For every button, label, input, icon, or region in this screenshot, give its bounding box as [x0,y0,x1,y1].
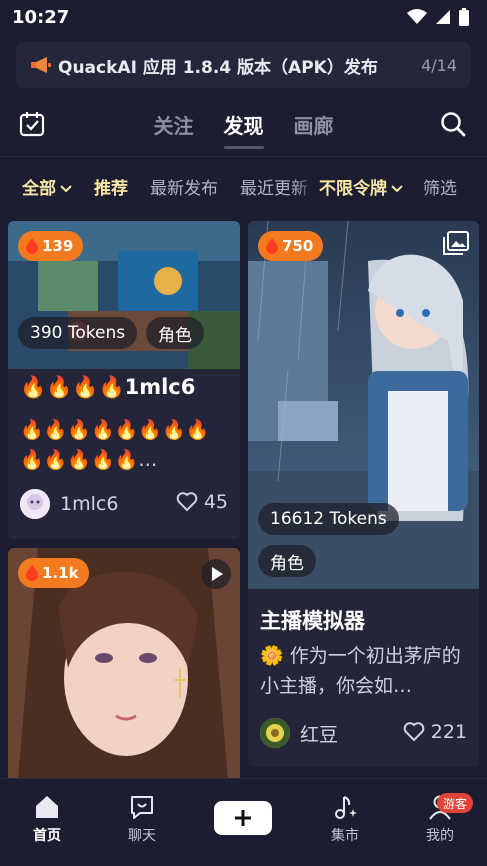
author-name: 1mlc6 [60,493,119,515]
announcement-counter: 4/14 [421,55,457,75]
likes-number: 221 [430,721,467,743]
character-card[interactable]: 750 16612 Tokens 角色 主播模拟器 🌼 作为一个初出茅庐的小主播… [248,221,479,767]
card-title: 主播模拟器 [260,609,365,633]
filter-tokens-label: 不限令牌 [319,178,387,199]
create-button[interactable] [214,801,272,835]
tab-follow[interactable]: 关注 [154,110,194,149]
heat-count: 750 [282,237,314,255]
character-card[interactable]: 139 390 Tokens 角色 🔥🔥🔥🔥1mlc6 🔥🔥🔥🔥🔥🔥🔥🔥🔥🔥🔥🔥… [8,221,240,539]
likes-number: 45 [203,491,228,513]
heat-count: 139 [42,237,74,255]
nav-chat[interactable]: 聊天 [107,793,177,845]
filter-bar: 全部 推荐 最新发布 最近更新 不限令牌 筛选 [0,168,487,204]
chevron-down-icon [60,184,72,192]
tag-chip: 角色 [258,545,316,577]
tag-chip: 角色 [146,317,204,349]
nav-chat-label: 聊天 [128,828,156,844]
bottom-navigation: 首页 聊天 集市 我的 游客 [0,778,487,866]
search-icon[interactable] [439,110,467,138]
like-count[interactable]: 45 [176,491,228,513]
gallery-image-icon [443,231,469,255]
avatar [20,489,50,519]
announcement-title: QuackAI 应用 1.8.4 版本（APK）发布 [58,57,378,78]
filter-latest[interactable]: 最新发布 [150,174,218,199]
heat-badge: 750 [258,231,324,261]
filter-all-label: 全部 [22,178,56,199]
tab-gallery[interactable]: 画廊 [294,110,334,149]
token-count-chip: 390 Tokens [18,317,138,349]
nav-me-label: 我的 [426,828,454,844]
home-icon [36,796,58,818]
chevron-down-icon [391,184,403,192]
guest-badge: 游客 [437,793,474,813]
filter-recommend[interactable]: 推荐 [94,174,128,199]
nav-home-label: 首页 [33,828,61,844]
like-count[interactable]: 221 [403,721,467,743]
card-description: 🔥🔥🔥🔥🔥🔥🔥🔥🔥🔥🔥🔥🔥… [20,419,210,471]
card-description: 🌼 作为一个初出茅庐的小主播，你会如… [260,645,461,697]
heat-badge: 1.1k [18,558,89,588]
status-time: 10:27 [12,6,70,28]
play-icon[interactable] [200,558,232,590]
nav-market-label: 集市 [331,828,359,844]
card-author[interactable]: 1mlc6 [20,489,118,519]
flame-icon [26,238,38,254]
cell-signal-icon [436,10,450,24]
filter-screen[interactable]: 筛选 [423,174,457,199]
card-title: 🔥🔥🔥🔥1mlc6 [20,375,196,399]
plus-icon [235,810,251,826]
wifi-icon [407,9,427,24]
nav-divider [0,156,487,157]
status-icons [407,8,469,26]
status-bar: 10:27 [0,0,487,34]
heat-badge: 139 [18,231,84,261]
tab-discover[interactable]: 发现 [223,110,264,149]
battery-icon [459,8,469,26]
heart-icon [403,722,425,742]
token-count-chip: 16612 Tokens [258,503,399,535]
megaphone-icon [31,57,51,73]
filter-all[interactable]: 全部 [22,174,72,199]
tab-bar: 关注 发现 画廊 [0,110,487,149]
app-root: 10:27 QuackAI 应用 1.8.4 版本（APK）发布 4/14 关注… [0,0,487,866]
filter-recent[interactable]: 最近更新 [240,174,308,199]
card-author[interactable]: 红豆 [260,718,338,748]
avatar [260,718,290,748]
flame-icon [266,238,278,254]
character-card[interactable]: 1.1k [8,548,240,778]
chat-bubble-icon [131,796,153,819]
author-name: 红豆 [300,723,339,746]
heat-count: 1.1k [42,564,79,582]
music-note-icon [335,796,357,819]
top-navigation: 关注 发现 画廊 [0,100,487,152]
filter-right-group: 不限令牌 筛选 [319,168,487,204]
flame-icon [26,565,38,581]
nav-home[interactable]: 首页 [12,793,82,845]
filter-tokens[interactable]: 不限令牌 [319,174,403,199]
announcement-banner[interactable]: QuackAI 应用 1.8.4 版本（APK）发布 4/14 [16,42,471,88]
nav-market[interactable]: 集市 [310,793,380,845]
heart-icon [176,492,198,512]
